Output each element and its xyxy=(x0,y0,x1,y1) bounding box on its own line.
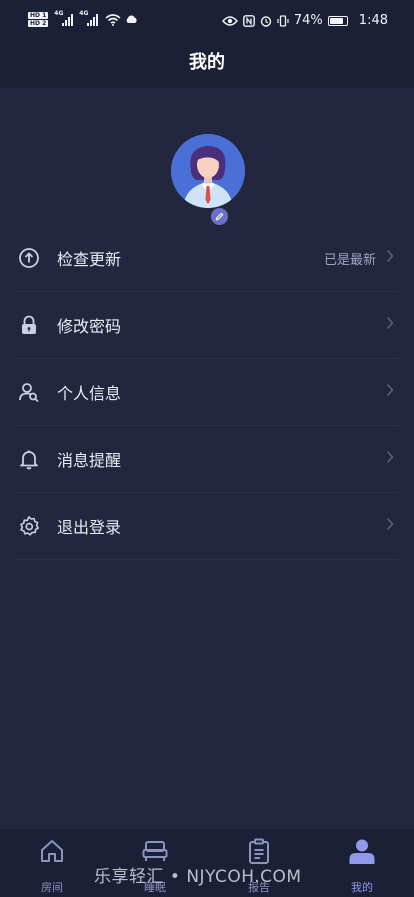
edit-avatar-button[interactable] xyxy=(210,207,229,226)
chevron-right-icon xyxy=(386,384,394,396)
home-icon xyxy=(41,840,63,862)
status-bar: HD 1 HD 2 4G 4G 74% 1:48 xyxy=(0,0,414,44)
clipboard-icon xyxy=(249,838,269,864)
chevron-right-icon xyxy=(386,451,394,463)
chevron-right-icon xyxy=(386,317,394,329)
chevron-right-icon xyxy=(386,250,394,262)
bell-icon xyxy=(17,447,41,471)
menu-item-change-password[interactable]: 修改密码 xyxy=(16,292,398,359)
avatar xyxy=(171,134,245,208)
nfc-icon xyxy=(242,14,255,27)
menu-label-personal-info: 个人信息 xyxy=(57,384,122,403)
user-search-icon xyxy=(17,380,41,404)
cloud-icon xyxy=(126,15,137,23)
bed-icon xyxy=(142,841,168,861)
tab-label-mine: 我的 xyxy=(351,881,373,894)
menu-item-check-update[interactable]: 检查更新 已是最新 xyxy=(16,225,398,292)
chevron-right-icon xyxy=(386,518,394,530)
menu-label-logout: 退出登录 xyxy=(57,518,122,537)
signal-icon-2: 4G xyxy=(79,10,99,26)
tab-mine[interactable]: 我的 xyxy=(310,829,414,897)
pencil-icon xyxy=(215,212,224,221)
person-icon xyxy=(349,839,375,864)
avatar-illustration xyxy=(171,134,245,208)
alarm-icon xyxy=(260,15,272,27)
status-left: HD 1 HD 2 4G 4G xyxy=(28,10,138,27)
tab-label-room: 房间 xyxy=(41,881,63,894)
eye-icon xyxy=(221,15,238,26)
battery-icon xyxy=(327,15,348,26)
tab-room[interactable]: 房间 xyxy=(0,829,104,897)
menu-item-notifications[interactable]: 消息提醒 xyxy=(16,426,398,493)
hd1-label: HD 1 xyxy=(28,12,49,19)
menu-label-change-password: 修改密码 xyxy=(57,317,122,336)
battery-percent: 74% xyxy=(293,13,323,28)
net1-label: 4G xyxy=(54,9,64,17)
lock-icon xyxy=(17,313,41,337)
hd2-label: HD 2 xyxy=(28,20,49,27)
gear-icon xyxy=(17,514,41,538)
hd-indicator: HD 1 HD 2 xyxy=(28,12,49,27)
menu-label-check-update: 检查更新 xyxy=(57,250,122,269)
update-status-text: 已是最新 xyxy=(323,252,376,268)
clock: 1:48 xyxy=(358,13,388,28)
menu-label-notifications: 消息提醒 xyxy=(57,451,122,470)
signal-icon: 4G xyxy=(54,10,74,26)
menu-item-personal-info[interactable]: 个人信息 xyxy=(16,359,398,426)
watermark-text: 乐享轻汇 • NJYCOH.COM xyxy=(94,867,302,887)
menu-item-logout[interactable]: 退出登录 xyxy=(16,493,398,560)
status-right: 74% 1:48 xyxy=(221,13,388,28)
page-title: 我的 xyxy=(0,44,414,88)
settings-menu: 检查更新 已是最新 修改密码 个人信息 消息提醒 退出登录 xyxy=(0,225,414,560)
upload-circle-icon xyxy=(17,246,41,270)
vibrate-icon xyxy=(277,14,289,27)
wifi-icon xyxy=(105,13,121,26)
net2-label: 4G xyxy=(79,9,89,17)
profile-avatar[interactable] xyxy=(171,134,245,226)
